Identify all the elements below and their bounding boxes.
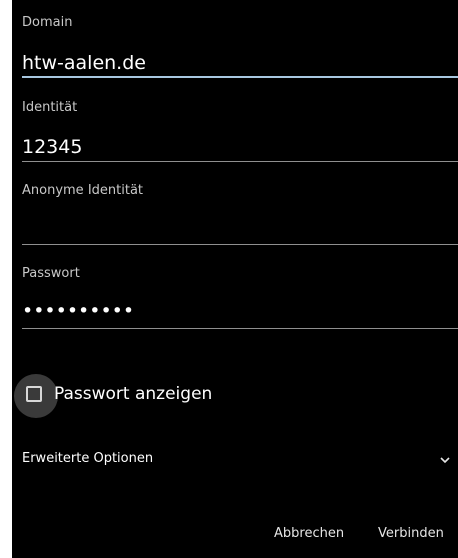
password-label: Passwort	[22, 266, 80, 281]
identity-input[interactable]: 12345	[22, 136, 82, 158]
wifi-credentials-dialog: Domain htw-aalen.de Identität 12345 Anon…	[12, 0, 458, 558]
connect-button[interactable]: Verbinden	[378, 526, 444, 541]
anonymous-identity-underline	[22, 244, 458, 245]
anonymous-identity-input[interactable]	[22, 219, 458, 243]
password-underline	[22, 328, 458, 329]
identity-label: Identität	[22, 100, 78, 115]
domain-label: Domain	[22, 15, 73, 30]
domain-underline	[22, 76, 458, 78]
password-input[interactable]: ••••••••••	[22, 300, 134, 322]
show-password-label[interactable]: Passwort anzeigen	[54, 384, 212, 404]
domain-input[interactable]: htw-aalen.de	[22, 52, 146, 74]
identity-underline	[22, 161, 458, 162]
show-password-checkbox[interactable]	[26, 386, 42, 402]
chevron-down-icon[interactable]	[440, 455, 450, 465]
cancel-button[interactable]: Abbrechen	[274, 526, 344, 541]
anonymous-identity-label: Anonyme Identität	[22, 183, 144, 198]
advanced-options-label[interactable]: Erweiterte Optionen	[22, 451, 153, 466]
